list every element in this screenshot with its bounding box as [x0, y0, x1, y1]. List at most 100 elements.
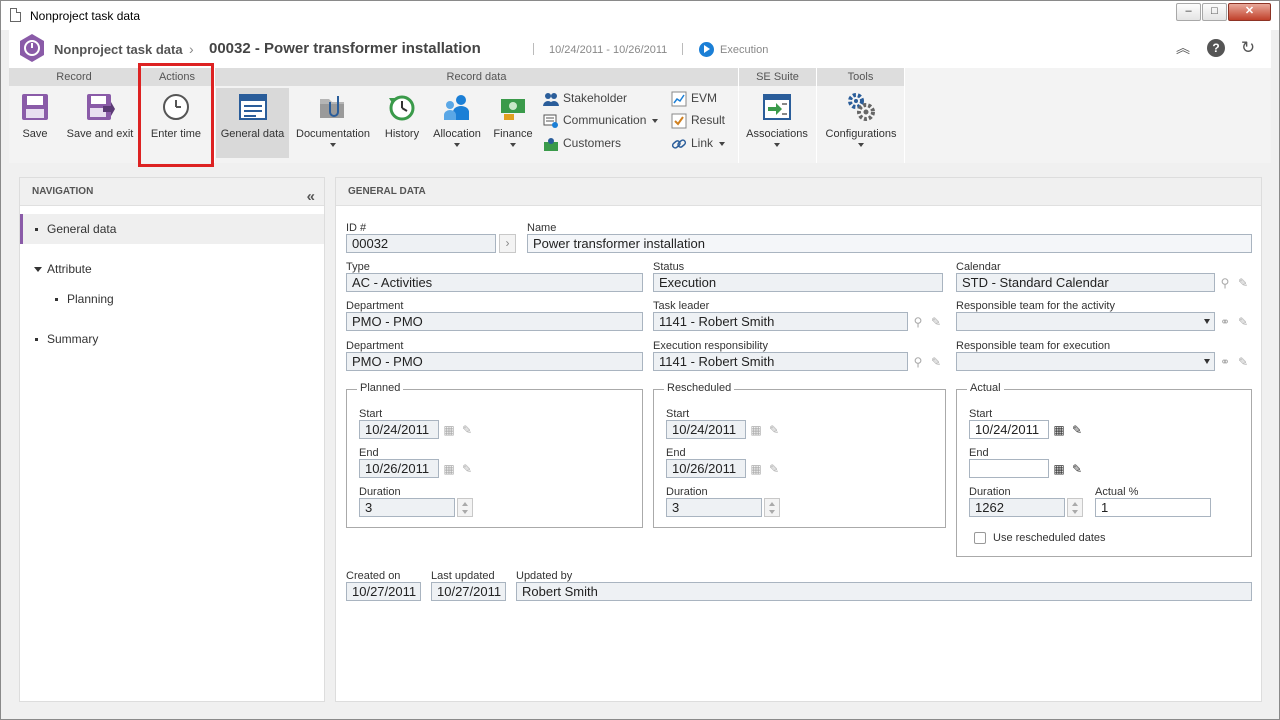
window-title: Nonproject task data	[30, 9, 141, 23]
planned-end-field: 10/26/2011	[359, 459, 439, 478]
refresh-icon[interactable]: ↻	[1239, 39, 1257, 57]
help-icon[interactable]: ?	[1207, 39, 1225, 57]
navigation-header: NAVIGATION «	[20, 178, 324, 206]
planned-legend: Planned	[357, 382, 404, 394]
group-separator	[214, 68, 215, 163]
next-arrow-icon[interactable]: ›	[499, 234, 516, 253]
rescheduled-end-label: End	[666, 447, 686, 459]
chevron-down-icon	[1204, 319, 1210, 324]
binoculars-icon[interactable]: ⚭	[1217, 314, 1233, 330]
responsible-team-execution-select[interactable]	[956, 352, 1215, 371]
group-record-data: Record data	[215, 68, 738, 86]
actual-percent-field[interactable]: 1	[1095, 498, 1211, 517]
id-label: ID #	[346, 222, 367, 234]
type-field[interactable]: AC - Activities	[346, 273, 643, 292]
documentation-button[interactable]: Documentation	[294, 88, 372, 158]
rescheduled-duration-field: 3	[666, 498, 762, 517]
document-icon	[10, 8, 21, 22]
bullet-icon	[55, 298, 58, 302]
actual-duration-label: Duration	[969, 486, 1011, 498]
associations-label: Associations	[746, 128, 808, 140]
communication-button[interactable]: Communication	[543, 111, 659, 129]
result-icon	[671, 113, 687, 129]
allocation-button[interactable]: Allocation	[431, 88, 483, 158]
general-data-button[interactable]: General data	[216, 88, 289, 158]
folder-clip-icon	[320, 96, 344, 118]
search-icon[interactable]: ⚲	[910, 354, 926, 370]
clear-brush-icon[interactable]: ✎	[1235, 275, 1251, 291]
app-name[interactable]: Nonproject task data	[54, 42, 183, 57]
expand-triangle-icon	[34, 267, 42, 273]
nav-item-summary[interactable]: Summary	[20, 324, 324, 354]
finance-label: Finance	[493, 128, 533, 140]
dropdown-arrow-icon	[719, 141, 726, 146]
collapse-left-icon[interactable]: «	[307, 183, 316, 211]
nav-item-label: Attribute	[47, 262, 92, 276]
configurations-button[interactable]: Configurations	[821, 88, 901, 158]
close-button[interactable]: ✕	[1228, 3, 1271, 21]
planned-duration-label: Duration	[359, 486, 401, 498]
actual-start-field[interactable]: 10/24/2011	[969, 420, 1049, 439]
stakeholder-label: Stakeholder	[563, 91, 628, 105]
search-icon[interactable]: ⚲	[1217, 275, 1233, 291]
customers-button[interactable]: Customers	[543, 134, 621, 152]
communication-icon	[543, 114, 558, 128]
execution-responsibility-field[interactable]: 1141 - Robert Smith	[653, 352, 908, 371]
clear-brush-icon[interactable]: ✎	[1069, 422, 1085, 438]
form-window-icon	[238, 94, 267, 120]
save-exit-icon	[87, 94, 115, 120]
result-button[interactable]: Result	[671, 111, 725, 129]
maximize-button[interactable]: □	[1202, 3, 1227, 21]
separator	[682, 43, 683, 55]
group-separator	[904, 68, 905, 163]
save-icon	[22, 94, 48, 120]
actual-end-label: End	[969, 447, 989, 459]
binoculars-icon[interactable]: ⚭	[1217, 354, 1233, 370]
link-button[interactable]: Link	[671, 134, 726, 152]
status-label-field: Status	[653, 261, 685, 273]
stakeholder-button[interactable]: Stakeholder	[543, 89, 627, 107]
link-chain-icon	[671, 139, 687, 149]
evm-button[interactable]: EVM	[671, 89, 717, 107]
save-and-exit-button[interactable]: Save and exit	[65, 88, 135, 158]
finance-button[interactable]: Finance	[489, 88, 537, 158]
use-rescheduled-dates-checkbox[interactable]	[974, 532, 986, 544]
collapse-up-icon[interactable]: ︽	[1174, 39, 1192, 57]
name-label: Name	[527, 222, 557, 234]
clear-brush-icon[interactable]: ✎	[928, 314, 944, 330]
name-field[interactable]: Power transformer installation	[527, 234, 1252, 253]
clear-brush-icon[interactable]: ✎	[1235, 314, 1251, 330]
history-button[interactable]: History	[379, 88, 425, 158]
search-icon[interactable]: ⚲	[910, 314, 926, 330]
clear-brush-icon[interactable]: ✎	[928, 354, 944, 370]
actual-end-field[interactable]	[969, 459, 1049, 478]
allocation-people-icon	[444, 95, 469, 120]
result-label: Result	[691, 113, 726, 127]
separator	[533, 43, 534, 55]
calendar-field[interactable]: STD - Standard Calendar	[956, 273, 1215, 292]
nav-item-general-data[interactable]: General data	[20, 214, 324, 244]
dropdown-arrow-icon	[652, 118, 659, 123]
application-window: Nonproject task data – □ ✕ Nonproject ta…	[0, 0, 1280, 720]
associations-button[interactable]: Associations	[742, 88, 812, 158]
nav-item-label: General data	[47, 222, 117, 236]
task-leader-field[interactable]: 1141 - Robert Smith	[653, 312, 908, 331]
clear-brush-icon[interactable]: ✎	[1235, 354, 1251, 370]
nav-item-planning[interactable]: Planning	[20, 284, 324, 314]
calendar-icon[interactable]: ▦	[1051, 461, 1067, 477]
minimize-button[interactable]: –	[1176, 3, 1201, 21]
calendar-icon[interactable]: ▦	[1051, 422, 1067, 438]
dropdown-arrow-icon	[858, 143, 864, 147]
dropdown-arrow-icon	[454, 143, 460, 147]
department-field-2: PMO - PMO	[346, 352, 643, 371]
planned-duration-field: 3	[359, 498, 455, 517]
id-field[interactable]: 00032	[346, 234, 496, 253]
nav-item-attribute[interactable]: Attribute	[20, 254, 324, 284]
dropdown-arrow-icon	[510, 143, 516, 147]
save-button[interactable]: Save	[15, 88, 55, 158]
responsible-team-activity-select[interactable]	[956, 312, 1215, 331]
navigation-title: NAVIGATION	[32, 186, 94, 197]
last-updated-label: Last updated	[431, 570, 495, 582]
updated-by-field: Robert Smith	[516, 582, 1252, 601]
clear-brush-icon[interactable]: ✎	[1069, 461, 1085, 477]
